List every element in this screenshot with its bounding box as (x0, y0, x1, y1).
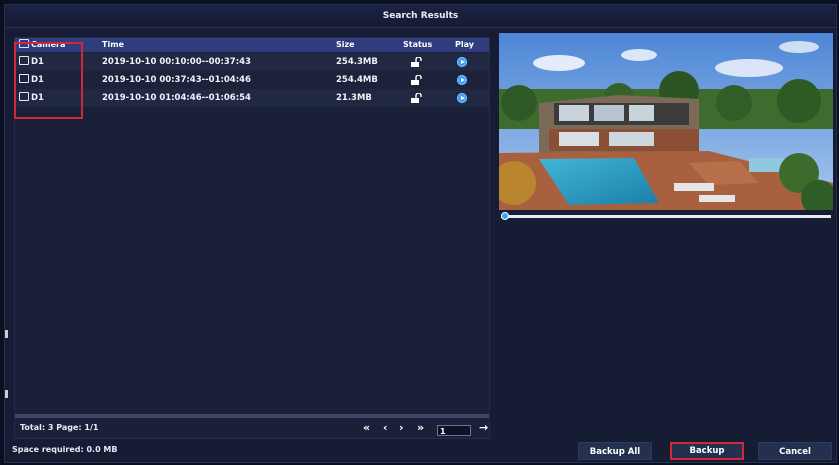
backup-all-button[interactable]: Backup All (578, 442, 652, 460)
backup-button[interactable]: Backup (670, 442, 744, 460)
search-results-window: Search Results Camera Time Size Status P… (4, 4, 837, 463)
page-number-input[interactable]: 1 (437, 425, 471, 436)
last-page-button[interactable]: » (417, 421, 424, 434)
unlock-icon (411, 57, 422, 67)
row-size: 254.3MB (336, 57, 378, 67)
space-required-label: Space required: 0.0 MB (12, 445, 118, 454)
camera-label: D1 (31, 75, 44, 85)
edge-marker (5, 390, 8, 398)
results-table: Camera Time Size Status Play D1 2019-10-… (14, 37, 490, 439)
total-page-label: Total: 3 Page: 1/1 (20, 423, 99, 432)
horizontal-scrollbar[interactable] (15, 414, 489, 418)
camera-label: D1 (31, 93, 44, 103)
cancel-button[interactable]: Cancel (758, 442, 832, 460)
unlock-icon (411, 93, 422, 103)
table-row[interactable]: D1 2019-10-10 00:37:43--01:04:46 254.4MB (15, 71, 489, 89)
unlock-icon (411, 75, 422, 85)
camera-label: D1 (31, 57, 44, 67)
row-size: 21.3MB (336, 93, 372, 103)
status-header: Status (403, 40, 433, 49)
go-page-button[interactable]: → (479, 421, 488, 434)
time-header: Time (102, 40, 124, 49)
video-preview[interactable] (499, 33, 833, 210)
row-camera[interactable]: D1 (19, 89, 44, 107)
preview-panel (499, 33, 833, 245)
edge-marker (5, 330, 8, 338)
row-size: 254.4MB (336, 75, 378, 85)
row-checkbox[interactable] (19, 74, 29, 83)
row-camera[interactable]: D1 (19, 71, 44, 89)
progress-handle[interactable] (501, 212, 509, 220)
playback-progress-bar[interactable] (501, 212, 831, 220)
row-time: 2019-10-10 00:10:00--00:37:43 (102, 57, 251, 67)
next-page-button[interactable]: › (399, 421, 404, 434)
prev-page-button[interactable]: ‹ (383, 421, 388, 434)
play-icon[interactable] (457, 57, 467, 67)
select-all-checkbox[interactable] (19, 39, 29, 48)
pagination-bar: Total: 3 Page: 1/1 « ‹ › » 1 → (15, 420, 489, 438)
play-icon[interactable] (457, 75, 467, 85)
first-page-button[interactable]: « (363, 421, 370, 434)
table-row[interactable]: D1 2019-10-10 00:10:00--00:37:43 254.3MB (15, 53, 489, 71)
play-icon[interactable] (457, 93, 467, 103)
camera-header-label: Camera (31, 40, 66, 49)
camera-header[interactable]: Camera (19, 38, 65, 52)
play-header: Play (455, 40, 474, 49)
table-row[interactable]: D1 2019-10-10 01:04:46--01:06:54 21.3MB (15, 89, 489, 107)
window-title: Search Results (5, 5, 836, 28)
table-header: Camera Time Size Status Play (15, 38, 489, 52)
row-checkbox[interactable] (19, 56, 29, 65)
row-time: 2019-10-10 00:37:43--01:04:46 (102, 75, 251, 85)
row-camera[interactable]: D1 (19, 53, 44, 71)
size-header: Size (336, 40, 355, 49)
row-time: 2019-10-10 01:04:46--01:06:54 (102, 93, 251, 103)
row-checkbox[interactable] (19, 92, 29, 101)
